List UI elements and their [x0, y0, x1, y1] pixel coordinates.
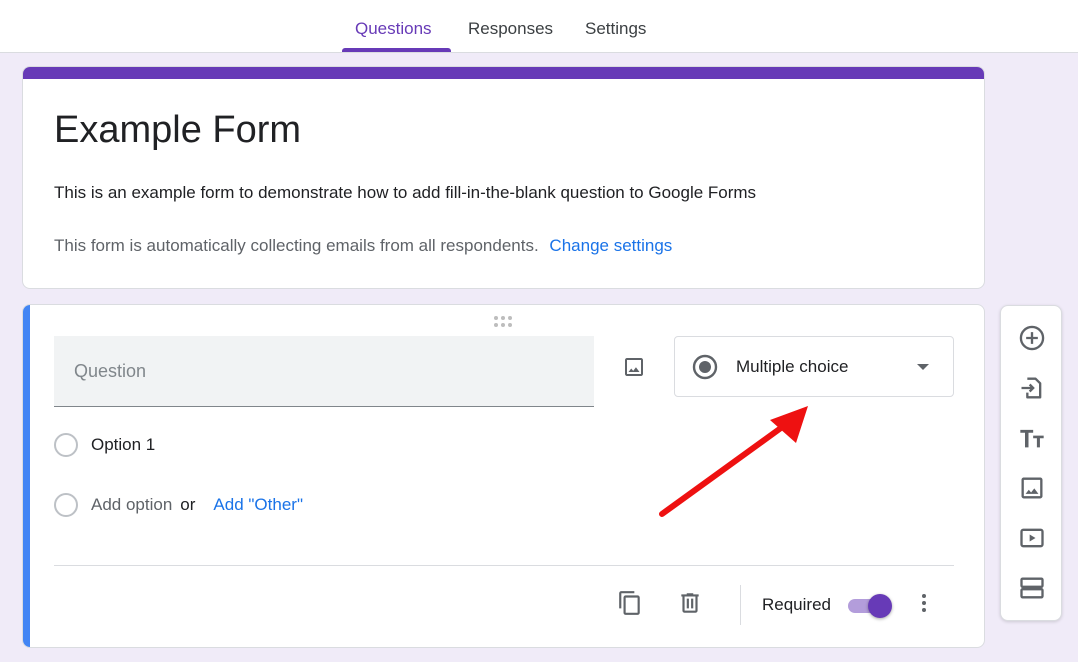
question-title-input[interactable] [54, 336, 594, 407]
email-note-text: This form is automatically collecting em… [54, 236, 539, 255]
or-text: or [180, 495, 196, 514]
change-settings-link[interactable]: Change settings [549, 236, 672, 255]
add-video-icon [1020, 528, 1044, 548]
add-other-button[interactable]: Add "Other" [213, 495, 303, 515]
add-section-icon [1020, 577, 1044, 599]
option-radio [54, 433, 78, 457]
image-icon [625, 358, 643, 376]
required-toggle[interactable] [846, 593, 894, 619]
theme-color-band [23, 67, 984, 79]
import-questions-icon [1021, 377, 1042, 399]
add-image-icon [1021, 477, 1043, 499]
question-type-dropdown[interactable]: Multiple choice [674, 336, 954, 397]
add-question-button[interactable] [1014, 320, 1050, 356]
footer-separator [740, 585, 741, 625]
form-description[interactable]: This is an example form to demonstrate h… [54, 183, 756, 203]
tab-responses[interactable]: Responses [468, 0, 553, 53]
email-collection-note: This form is automatically collecting em… [54, 236, 672, 256]
required-label: Required [762, 595, 831, 614]
active-question-indicator [23, 305, 30, 647]
add-title-icon [1020, 429, 1044, 448]
add-section-button[interactable] [1014, 570, 1050, 606]
duplicate-button[interactable] [612, 585, 648, 621]
option-row: Option 1 [54, 430, 155, 460]
footer-divider [54, 565, 954, 566]
trash-icon [681, 593, 699, 613]
more-vert-icon [922, 594, 926, 612]
add-title-button[interactable] [1014, 420, 1050, 456]
question-toolbar [1000, 305, 1062, 621]
add-video-button[interactable] [1014, 520, 1050, 556]
add-question-icon [1019, 325, 1045, 351]
option-label[interactable]: Option 1 [91, 435, 155, 455]
form-header-card[interactable]: Example Form This is an example form to … [22, 66, 985, 289]
add-image-tool-button[interactable] [1014, 470, 1050, 506]
tab-questions[interactable]: Questions [355, 0, 432, 53]
more-options-button[interactable] [906, 585, 942, 621]
radio-button-icon [692, 354, 718, 380]
delete-button[interactable] [672, 585, 708, 621]
top-tab-bar: Questions Responses Settings [0, 0, 1078, 53]
add-image-button[interactable] [616, 349, 652, 385]
dropdown-caret-icon [917, 364, 929, 370]
form-title[interactable]: Example Form [54, 109, 301, 152]
toggle-thumb [868, 594, 892, 618]
import-questions-button[interactable] [1014, 370, 1050, 406]
question-card[interactable]: Multiple choice Option 1 Add option or A… [22, 304, 985, 648]
add-option-row: Add option or Add "Other" [54, 490, 303, 520]
copy-icon [619, 591, 640, 615]
add-option-button[interactable]: Add option [91, 495, 172, 515]
annotation-arrow-icon [659, 406, 808, 517]
option-radio [54, 493, 78, 517]
active-tab-indicator [342, 48, 451, 52]
drag-handle-icon[interactable] [494, 316, 516, 328]
tab-settings[interactable]: Settings [585, 0, 646, 53]
question-type-label: Multiple choice [736, 357, 849, 376]
